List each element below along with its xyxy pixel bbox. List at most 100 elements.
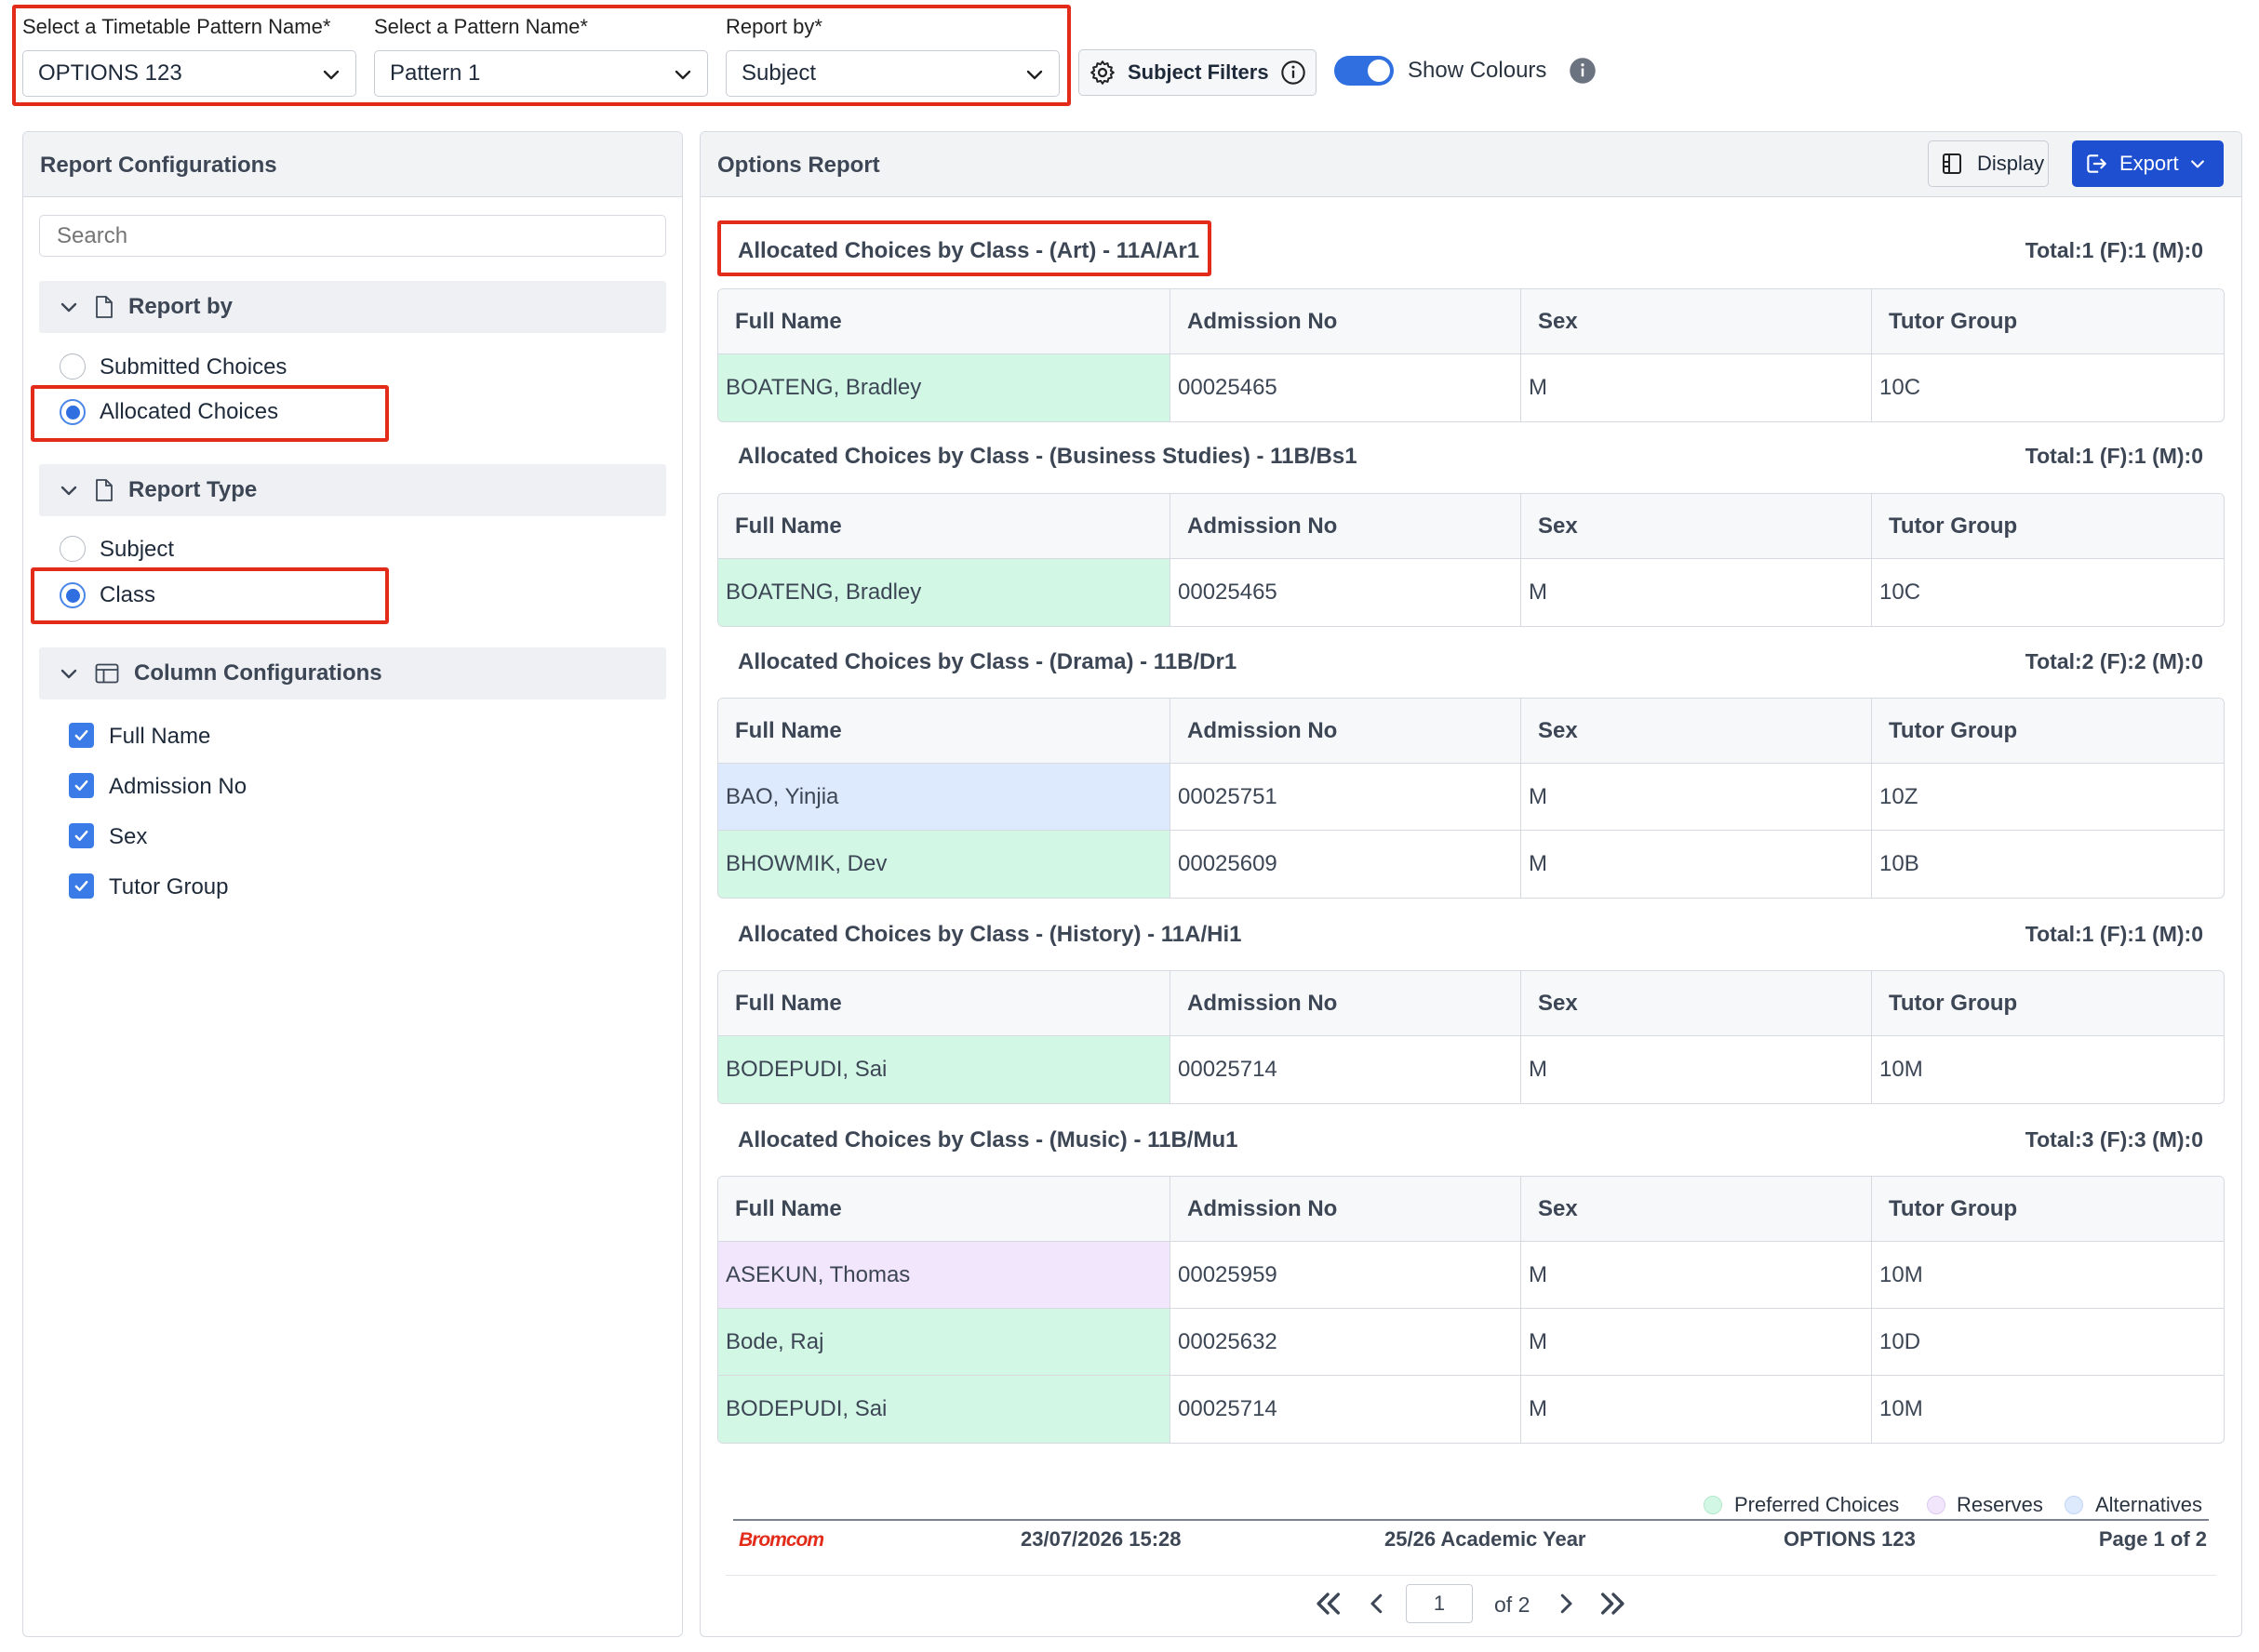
report-type-section-header[interactable]: Report Type <box>39 464 666 516</box>
header-sex[interactable]: Sex <box>1521 1177 1872 1241</box>
cell-full-name: BODEPUDI, Sai <box>718 1376 1170 1443</box>
header-tutor-group[interactable]: Tutor Group <box>1872 971 2224 1035</box>
report-by-select[interactable]: Subject <box>726 50 1060 97</box>
page-number-input[interactable] <box>1406 1584 1473 1623</box>
info-icon[interactable] <box>1569 57 1597 85</box>
cell-sex: M <box>1521 1309 1872 1375</box>
checkbox-full-name[interactable] <box>69 723 94 748</box>
table-header-row: Full Name Admission No Sex Tutor Group <box>718 289 2224 354</box>
header-sex[interactable]: Sex <box>1521 971 1872 1035</box>
full-name-column-label: Full Name <box>109 724 211 749</box>
checkbox-admission-no[interactable] <box>69 773 94 798</box>
admission-no-column-label: Admission No <box>109 774 247 799</box>
bromcom-logo: Bromcom <box>739 1529 824 1551</box>
cell-sex: M <box>1521 1036 1872 1103</box>
header-admission-no[interactable]: Admission No <box>1170 494 1521 558</box>
header-sex[interactable]: Sex <box>1521 289 1872 353</box>
layout-icon <box>1943 153 1961 174</box>
cell-sex: M <box>1521 764 1872 830</box>
pattern-select[interactable]: Pattern 1 <box>374 50 708 97</box>
timetable-select[interactable]: OPTIONS 123 <box>22 50 356 97</box>
header-sex[interactable]: Sex <box>1521 699 1872 763</box>
cell-admission-no: 00025609 <box>1170 831 1521 898</box>
header-admission-no[interactable]: Admission No <box>1170 699 1521 763</box>
section-title: Allocated Choices by Class - (Music) - 1… <box>738 1127 1238 1152</box>
section-title: Allocated Choices by Class - (Art) - 11A… <box>738 238 1200 263</box>
header-admission-no[interactable]: Admission No <box>1170 971 1521 1035</box>
cell-sex: M <box>1521 1242 1872 1308</box>
header-full-name[interactable]: Full Name <box>718 971 1170 1035</box>
report-by-section-title: Report by <box>128 294 234 319</box>
cell-tutor-group: 10C <box>1879 580 1921 605</box>
checkbox-sex[interactable] <box>69 823 94 848</box>
table-row: BOATENG, Bradley 00025465 M 10C <box>718 559 2224 626</box>
header-tutor-group[interactable]: Tutor Group <box>1872 289 2224 353</box>
report-table: Full Name Admission No Sex Tutor Group A… <box>717 1176 2225 1444</box>
header-tutor-group[interactable]: Tutor Group <box>1872 1177 2224 1241</box>
show-colours-toggle[interactable] <box>1334 56 1394 86</box>
cell-admission-no: 00025465 <box>1170 354 1521 421</box>
cell-admission-no: 00025465 <box>1170 559 1521 626</box>
last-page-icon[interactable] <box>1597 1588 1629 1619</box>
report-panel-title: Options Report <box>717 153 880 178</box>
first-page-icon[interactable] <box>1312 1588 1343 1619</box>
table-columns-icon <box>95 663 119 684</box>
section-title: Allocated Choices by Class - (Drama) - 1… <box>738 649 1237 674</box>
subject-filters-label: Subject Filters <box>1128 60 1269 84</box>
table-header-row: Full Name Admission No Sex Tutor Group <box>718 699 2224 764</box>
section-total: Total:3 (F):3 (M):0 <box>2025 1127 2203 1152</box>
header-tutor-group[interactable]: Tutor Group <box>1872 699 2224 763</box>
header-full-name[interactable]: Full Name <box>718 289 1170 353</box>
document-icon <box>96 296 113 318</box>
table-header-row: Full Name Admission No Sex Tutor Group <box>718 494 2224 559</box>
chevron-down-icon <box>60 486 77 496</box>
cell-sex: M <box>1521 1376 1872 1443</box>
next-page-icon[interactable] <box>1552 1588 1580 1619</box>
header-tutor-group[interactable]: Tutor Group <box>1872 494 2224 558</box>
cell-tutor-group: 10M <box>1879 1057 1923 1082</box>
header-admission-no[interactable]: Admission No <box>1170 1177 1521 1241</box>
cell-tutor-group: 10C <box>1879 375 1921 400</box>
search-input[interactable] <box>39 215 666 257</box>
legend-alternatives-label: Alternatives <box>2095 1493 2202 1516</box>
cell-tutor-group: 10M <box>1879 1261 1923 1287</box>
cell-admission-no: 00025714 <box>1170 1036 1521 1103</box>
footer-page: Page 1 of 2 <box>2098 1527 2207 1551</box>
info-icon <box>1280 60 1305 85</box>
report-by-section-header[interactable]: Report by <box>39 281 666 333</box>
radio-submitted-choices[interactable] <box>60 353 86 380</box>
header-full-name[interactable]: Full Name <box>718 1177 1170 1241</box>
export-button[interactable]: Export <box>2072 140 2224 187</box>
header-sex[interactable]: Sex <box>1521 494 1872 558</box>
cell-admission-no: 00025714 <box>1170 1376 1521 1443</box>
chevron-down-icon <box>60 302 77 313</box>
section-total: Total:1 (F):1 (M):0 <box>2025 922 2203 946</box>
radio-subject[interactable] <box>60 536 86 562</box>
previous-page-icon[interactable] <box>1363 1588 1391 1619</box>
header-admission-no[interactable]: Admission No <box>1170 289 1521 353</box>
chevron-down-icon <box>2190 160 2204 168</box>
show-colours-label: Show Colours <box>1408 58 1547 83</box>
section-total: Total:1 (F):1 (M):0 <box>2025 444 2203 468</box>
footer-datetime: 23/07/2026 15:28 <box>1021 1527 1182 1551</box>
section-total: Total:1 (F):1 (M):0 <box>2025 238 2203 262</box>
tutor-group-column-label: Tutor Group <box>109 874 229 899</box>
header-full-name[interactable]: Full Name <box>718 699 1170 763</box>
cell-full-name: Bode, Raj <box>718 1309 1170 1375</box>
panel-header: Report Configurations <box>23 132 682 197</box>
section-title: Allocated Choices by Class - (Business S… <box>738 444 1357 469</box>
column-config-section-header[interactable]: Column Configurations <box>39 647 666 699</box>
checkbox-tutor-group[interactable] <box>69 873 94 899</box>
header-full-name[interactable]: Full Name <box>718 494 1170 558</box>
report-table: Full Name Admission No Sex Tutor Group B… <box>717 288 2225 422</box>
display-button[interactable]: Display <box>1928 140 2049 187</box>
pager-divider <box>726 1575 2216 1576</box>
report-type-section-title: Report Type <box>128 477 258 502</box>
table-header-row: Full Name Admission No Sex Tutor Group <box>718 971 2224 1036</box>
document-icon <box>96 479 113 501</box>
column-config-section-title: Column Configurations <box>134 660 382 686</box>
cell-full-name: BAO, Yinjia <box>718 764 1170 830</box>
table-row: BODEPUDI, Sai 00025714 M 10M <box>718 1376 2224 1443</box>
subject-filters-button[interactable]: Subject Filters <box>1078 49 1317 96</box>
gear-icon <box>1090 60 1115 85</box>
